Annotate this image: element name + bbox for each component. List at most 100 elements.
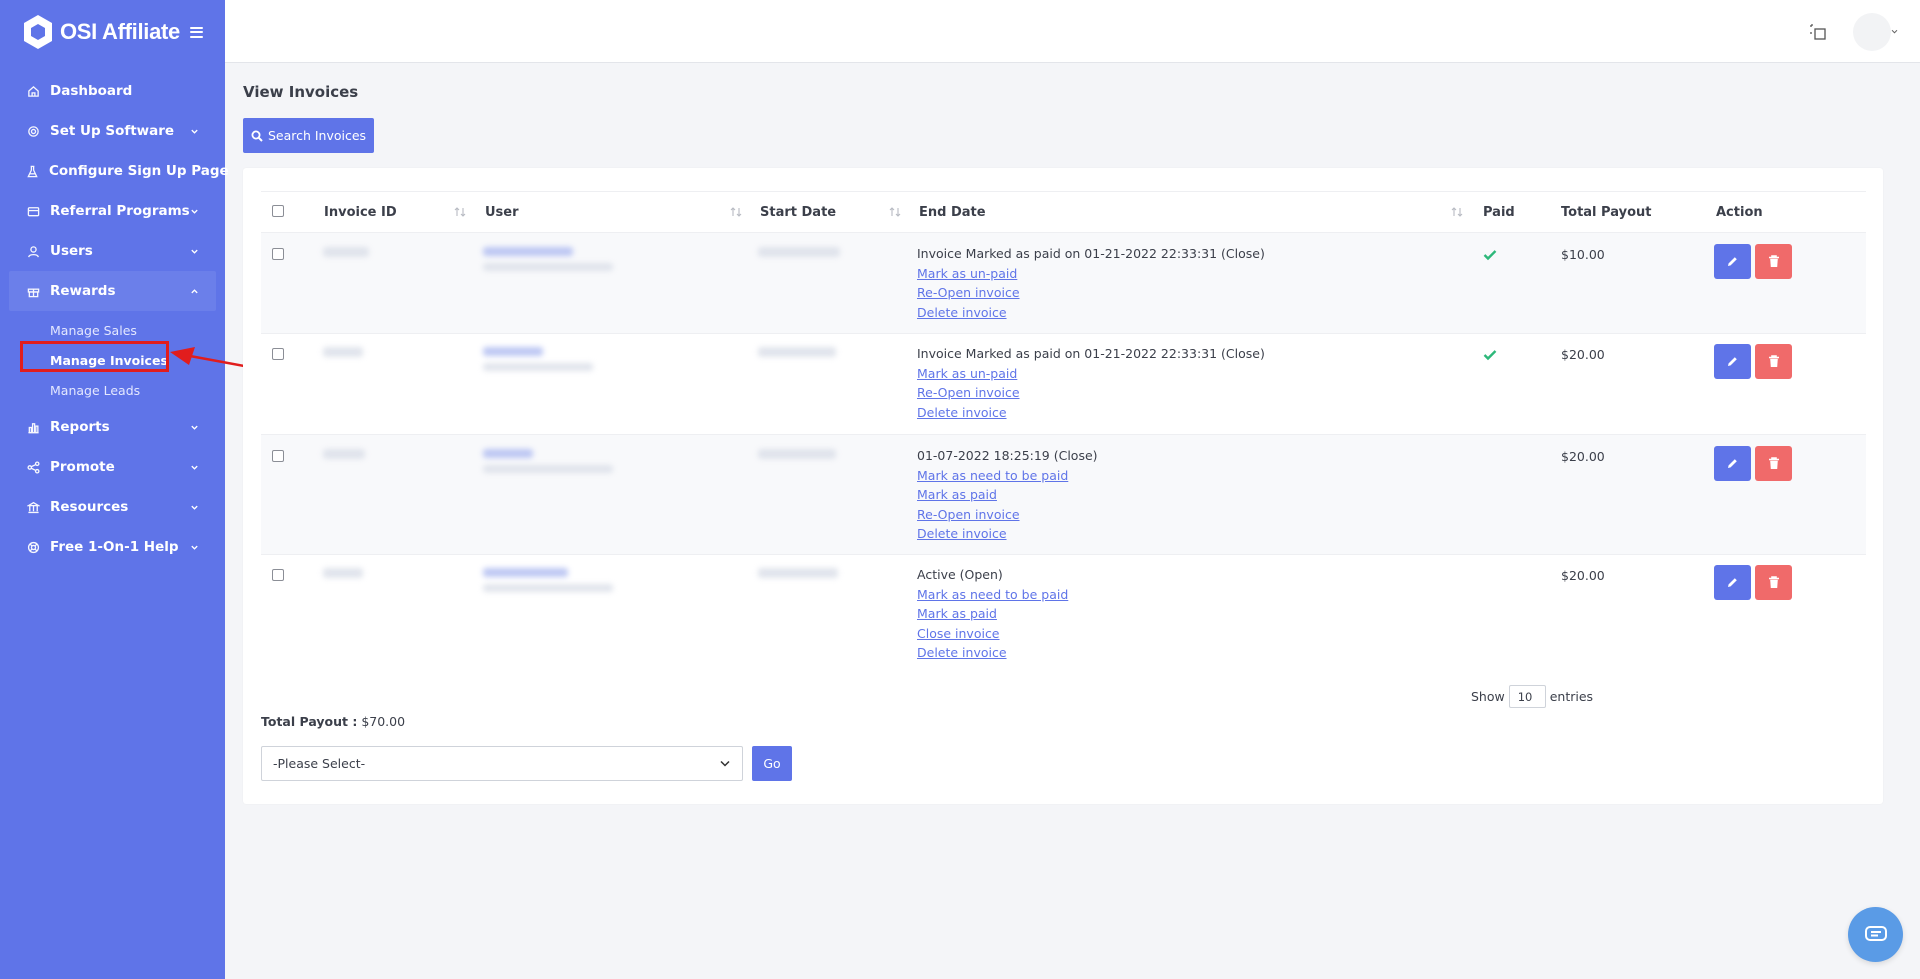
sidebar-item-label: Resources [50, 499, 129, 515]
reopen-invoice-link[interactable]: Re-Open invoice [917, 283, 1265, 303]
bulk-action-select[interactable]: -Please Select- [261, 746, 743, 781]
col-start-date[interactable]: Start Date [760, 192, 836, 233]
sidebar-item-label: Reports [50, 419, 110, 435]
mark-paid-link[interactable]: Mark as paid [917, 604, 1068, 624]
sort-icon[interactable] [729, 205, 743, 219]
delete-invoice-link[interactable]: Delete invoice [917, 643, 1068, 663]
select-all-checkbox[interactable] [272, 205, 284, 217]
total-payout-value: $70.00 [361, 714, 406, 729]
chat-widget-button[interactable] [1848, 907, 1903, 962]
delete-button[interactable] [1755, 344, 1792, 379]
mark-unpaid-link[interactable]: Mark as un-paid [917, 264, 1265, 284]
chevron-up-icon [191, 288, 198, 293]
search-invoices-button[interactable]: Search Invoices [243, 118, 374, 153]
redacted-start-date [758, 247, 840, 257]
sidebar-item-promote[interactable]: Promote [0, 447, 225, 487]
sidebar-item-set-up-software[interactable]: Set Up Software [0, 111, 225, 151]
close-invoice-link[interactable]: Close invoice [917, 624, 1068, 644]
gear-icon [26, 124, 40, 138]
entries-label: entries [1549, 689, 1594, 704]
reopen-invoice-link[interactable]: Re-Open invoice [917, 505, 1098, 525]
row-payout: $10.00 [1561, 247, 1605, 262]
row-checkbox[interactable] [272, 450, 284, 462]
invoice-status: Active (Open) Mark as need to be paid Ma… [917, 565, 1068, 663]
osi-logo-icon [21, 13, 55, 51]
brand-name: OSI Affiliate [60, 19, 180, 44]
sort-icon[interactable] [1450, 205, 1464, 219]
delete-invoice-link[interactable]: Delete invoice [917, 303, 1265, 323]
delete-button[interactable] [1755, 565, 1792, 600]
home-icon [26, 84, 40, 98]
pencil-icon [1728, 578, 1737, 587]
table-row: Active (Open) Mark as need to be paid Ma… [261, 554, 1866, 674]
gift-icon [26, 284, 40, 298]
col-paid: Paid [1483, 205, 1515, 220]
col-invoice-id[interactable]: Invoice ID [324, 192, 397, 233]
redacted-invoice-id [323, 247, 369, 257]
sort-icon[interactable] [888, 205, 902, 219]
status-text: Invoice Marked as paid on 01-21-2022 22:… [917, 346, 1265, 361]
sidebar-item-label: Rewards [50, 283, 116, 299]
sidebar-item-label: Set Up Software [50, 123, 175, 139]
flask-icon [26, 164, 39, 178]
mark-need-to-be-paid-link[interactable]: Mark as need to be paid [917, 585, 1068, 605]
menu-toggle-icon[interactable] [189, 26, 203, 38]
row-checkbox[interactable] [272, 348, 284, 360]
delete-button[interactable] [1755, 446, 1792, 481]
row-checkbox[interactable] [272, 248, 284, 260]
bank-icon [26, 500, 40, 514]
sidebar-subitem-manage-leads[interactable]: Manage Leads [0, 375, 225, 405]
copy-icon[interactable] [1809, 23, 1827, 41]
table-row: 01-07-2022 18:25:19 (Close) Mark as need… [261, 434, 1866, 554]
mark-unpaid-link[interactable]: Mark as un-paid [917, 364, 1265, 384]
rewards-submenu: Manage Sales Manage Invoices Manage Lead… [0, 311, 225, 407]
redacted-user-email [483, 263, 613, 271]
col-user[interactable]: User [485, 192, 519, 233]
sidebar-item-dashboard[interactable]: Dashboard [0, 71, 225, 111]
entries-input[interactable]: 10 [1508, 685, 1546, 708]
avatar[interactable] [1853, 13, 1891, 51]
table-row: Invoice Marked as paid on 01-21-2022 22:… [261, 333, 1866, 434]
mark-paid-link[interactable]: Mark as paid [917, 485, 1098, 505]
delete-button[interactable] [1755, 244, 1792, 279]
pencil-icon [1728, 257, 1737, 266]
total-payout: Total Payout : $70.00 [261, 714, 405, 729]
redacted-user-name [483, 449, 533, 458]
sidebar-item-reports[interactable]: Reports [0, 407, 225, 447]
mark-need-to-be-paid-link[interactable]: Mark as need to be paid [917, 466, 1098, 486]
edit-button[interactable] [1714, 244, 1751, 279]
row-checkbox[interactable] [272, 569, 284, 581]
sidebar-subitem-manage-invoices[interactable]: Manage Invoices [0, 345, 225, 375]
sidebar-item-free-help[interactable]: Free 1-On-1 Help [0, 527, 225, 567]
sidebar-item-referral-programs[interactable]: Referral Programs [0, 191, 225, 231]
reopen-invoice-link[interactable]: Re-Open invoice [917, 383, 1265, 403]
chevron-down-icon [191, 465, 198, 470]
col-action: Action [1716, 205, 1763, 220]
sidebar-item-users[interactable]: Users [0, 231, 225, 271]
total-payout-label: Total Payout : [261, 714, 358, 729]
sort-icon[interactable] [453, 205, 467, 219]
sidebar-nav: Dashboard Set Up Software Configure Sign… [0, 71, 229, 567]
sidebar-item-configure-sign-up-page[interactable]: Configure Sign Up Page [0, 151, 229, 191]
chevron-down-icon[interactable] [1891, 29, 1898, 34]
go-button[interactable]: Go [752, 746, 792, 781]
col-end-date[interactable]: End Date [919, 192, 986, 233]
chat-icon [1864, 925, 1887, 941]
search-icon [251, 130, 263, 142]
redacted-user-email [483, 363, 593, 371]
sidebar-item-rewards[interactable]: Rewards [9, 271, 216, 311]
chevron-down-icon [191, 505, 198, 510]
delete-invoice-link[interactable]: Delete invoice [917, 524, 1098, 544]
sidebar-subitem-manage-sales[interactable]: Manage Sales [0, 315, 225, 345]
sidebar-item-resources[interactable]: Resources [0, 487, 225, 527]
sidebar-item-label: Configure Sign Up Page [49, 163, 229, 179]
delete-invoice-link[interactable]: Delete invoice [917, 403, 1265, 423]
edit-button[interactable] [1714, 344, 1751, 379]
edit-button[interactable] [1714, 565, 1751, 600]
edit-button[interactable] [1714, 446, 1751, 481]
topbar [225, 0, 1920, 63]
page-title: View Invoices [243, 83, 359, 101]
sidebar-item-label: Dashboard [50, 83, 133, 99]
bar-chart-icon [26, 420, 40, 434]
brand: OSI Affiliate [0, 0, 225, 64]
